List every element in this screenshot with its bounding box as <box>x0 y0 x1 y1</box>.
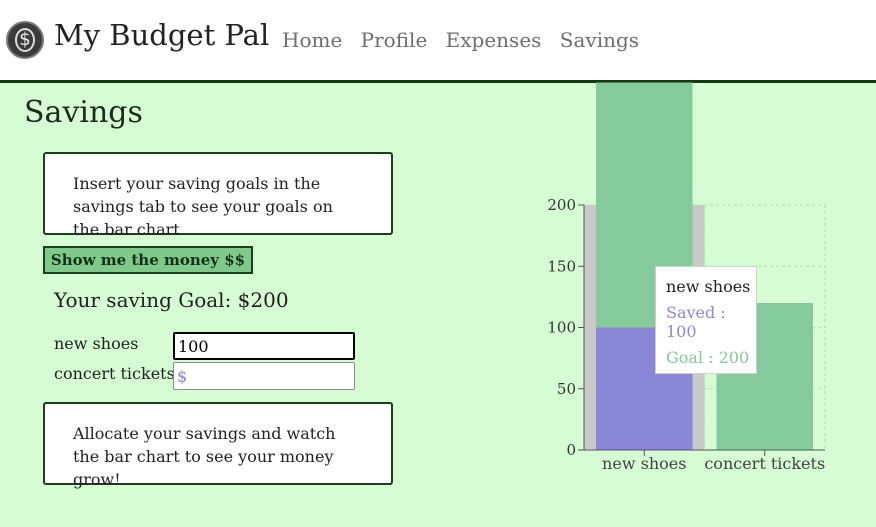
savings-bar-chart: 0 50 100 150 200 new shoes concert tickets <box>547 82 826 473</box>
y-tick-label: 200 <box>547 196 576 214</box>
tooltip-saved: Saved : 100 <box>666 303 726 341</box>
tooltip-goal: Goal : 200 <box>666 348 750 367</box>
x-tick-label: new shoes <box>602 454 686 473</box>
tooltip-category: new shoes <box>666 277 751 296</box>
y-tick-label: 0 <box>566 441 576 459</box>
y-tick-label: 50 <box>557 380 576 398</box>
y-tick-label: 100 <box>547 319 576 337</box>
y-tick-label: 150 <box>547 257 576 275</box>
x-tick-label: concert tickets <box>704 454 825 473</box>
chart-tooltip: new shoes Saved : 100 Goal : 200 <box>655 266 757 374</box>
